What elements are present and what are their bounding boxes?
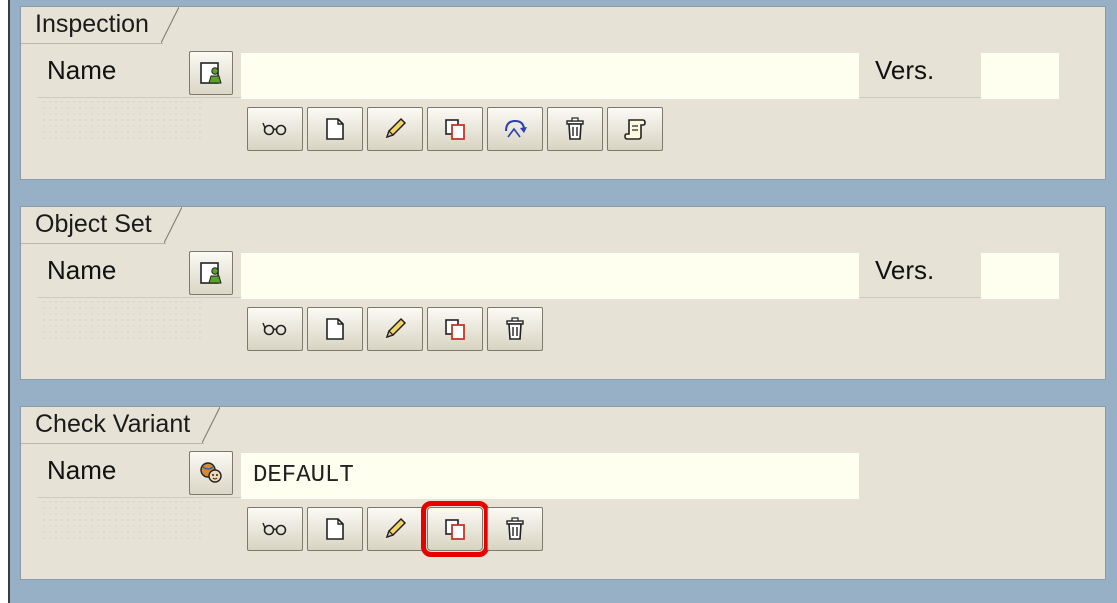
blank-page-icon (326, 318, 344, 340)
object-set-vers-input[interactable] (981, 253, 1059, 299)
object-set-delete-button[interactable] (487, 307, 543, 351)
blank-page-icon (326, 118, 344, 140)
inspection-toolbar (247, 107, 663, 151)
inspection-tab: Inspection (21, 7, 179, 44)
object-set-panel: Object Set Name Vers. (20, 206, 1106, 380)
blank-page-icon (326, 518, 344, 540)
inspection-change-button[interactable] (367, 107, 423, 151)
object-set-create-button[interactable] (307, 307, 363, 351)
inspection-create-button[interactable] (307, 107, 363, 151)
inspection-display-button[interactable] (247, 107, 303, 151)
object-set-title: Object Set (35, 210, 152, 238)
check-variant-search-help-button[interactable] (189, 451, 233, 495)
check-variant-display-button[interactable] (247, 507, 303, 551)
check-variant-panel: Check Variant Name DEFAULT (20, 406, 1106, 580)
object-set-vers-label: Vers. (875, 255, 935, 285)
pencil-icon (385, 317, 407, 339)
pencil-icon (385, 517, 407, 539)
object-set-change-button[interactable] (367, 307, 423, 351)
check-variant-toolbar (247, 501, 543, 557)
inspection-vers-input[interactable] (981, 53, 1059, 99)
inspection-search-help-button[interactable] (189, 51, 233, 95)
object-set-toolbar (247, 307, 543, 351)
inspection-rename-button[interactable] (487, 107, 543, 151)
person-document-icon (200, 62, 222, 84)
object-set-name-label: Name (47, 255, 117, 285)
person-document-icon (200, 262, 222, 284)
inspection-delete-button[interactable] (547, 107, 603, 151)
inspection-vers-label: Vers. (875, 55, 935, 85)
copy-icon (445, 519, 465, 540)
object-set-display-button[interactable] (247, 307, 303, 351)
inspection-name-label: Name (47, 55, 117, 85)
object-set-tab: Object Set (21, 207, 182, 244)
trash-icon (506, 517, 524, 540)
glasses-icon (262, 322, 287, 336)
scroll-icon (624, 119, 646, 140)
copy-icon (445, 319, 465, 340)
object-set-search-help-button[interactable] (189, 251, 233, 295)
inspection-panel: Inspection Name Vers. (20, 6, 1106, 180)
check-variant-create-button[interactable] (307, 507, 363, 551)
check-variant-tab: Check Variant (21, 407, 221, 444)
inspection-title: Inspection (35, 10, 149, 38)
object-set-name-input[interactable] (241, 253, 859, 299)
check-variant-name-label: Name (47, 455, 117, 485)
copy-icon (445, 119, 465, 140)
trash-icon (566, 117, 584, 140)
pencil-icon (385, 117, 407, 139)
glasses-icon (262, 522, 287, 536)
glasses-icon (262, 122, 287, 136)
global-people-icon (200, 462, 222, 483)
check-variant-delete-button[interactable] (487, 507, 543, 551)
main-frame: Inspection Name Vers. Object Set Name Ve… (8, 0, 1117, 603)
check-variant-copy-button[interactable] (421, 501, 489, 557)
trash-icon (506, 317, 524, 340)
check-variant-change-button[interactable] (367, 507, 423, 551)
check-variant-name-input[interactable]: DEFAULT (241, 453, 859, 499)
object-set-copy-button[interactable] (427, 307, 483, 351)
rename-arrow-icon (505, 119, 527, 138)
inspection-copy-button[interactable] (427, 107, 483, 151)
check-variant-title: Check Variant (35, 410, 191, 438)
inspection-history-button[interactable] (607, 107, 663, 151)
inspection-name-input[interactable] (241, 53, 859, 99)
